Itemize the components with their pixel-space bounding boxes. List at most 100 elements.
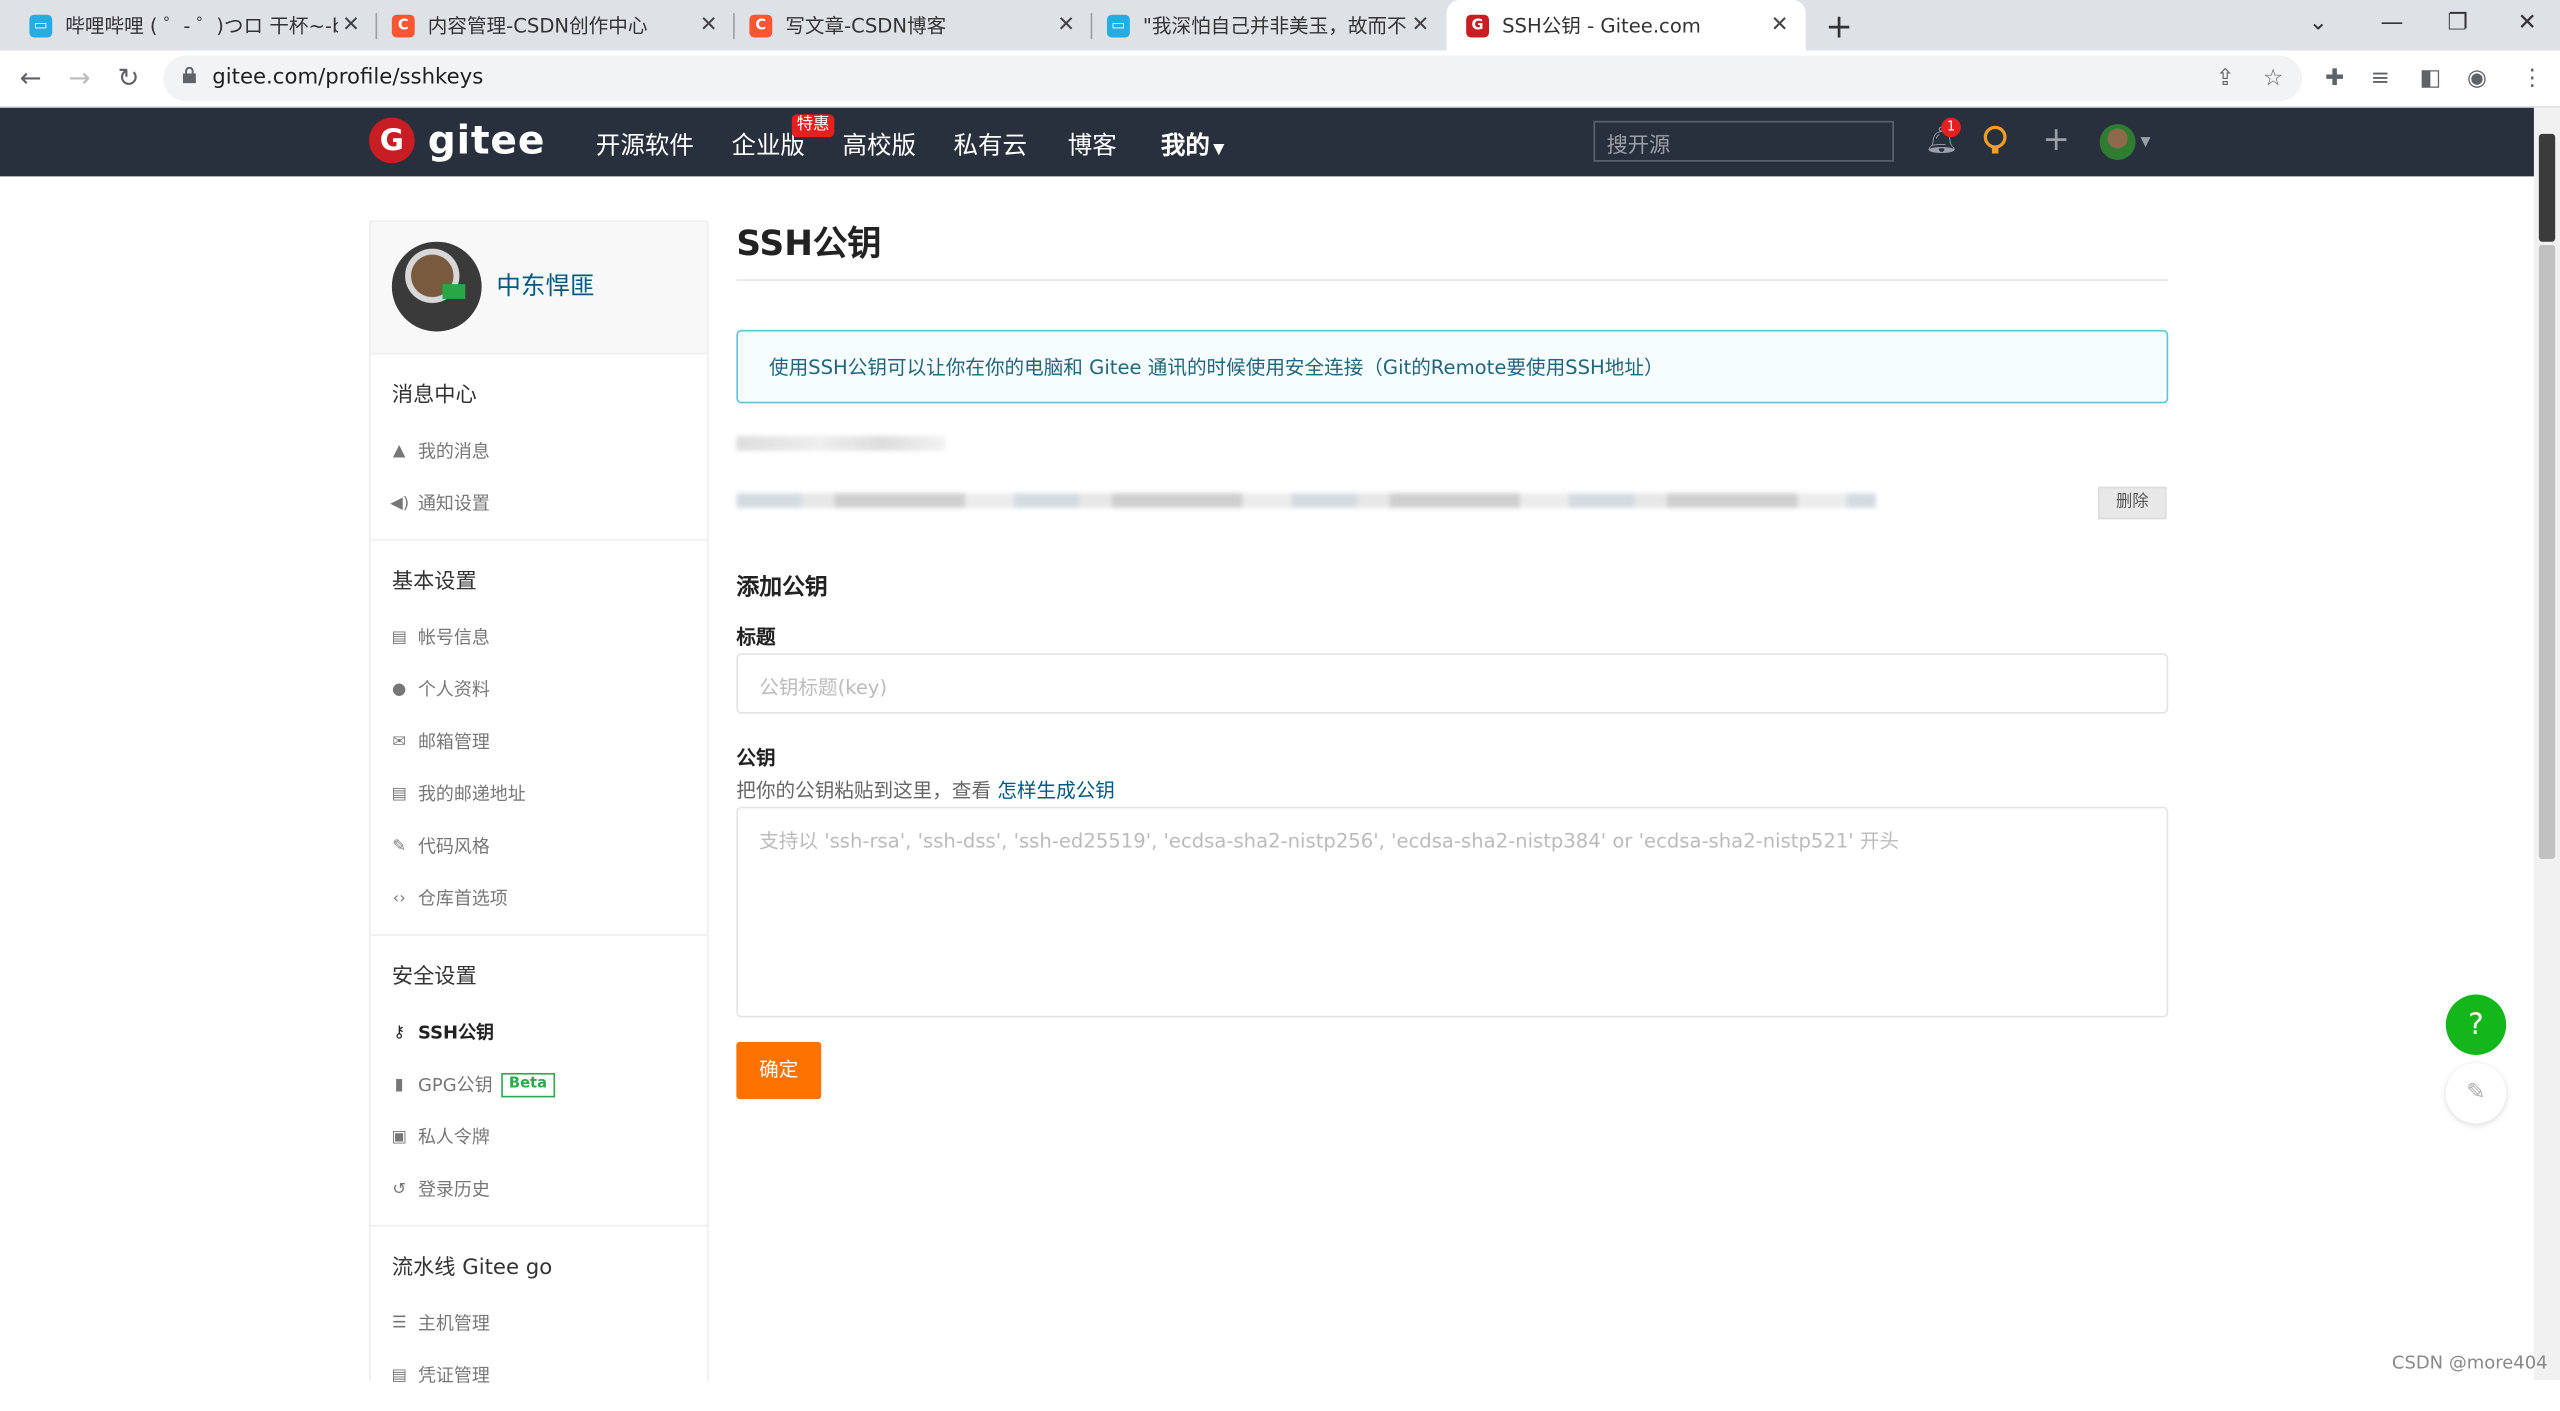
gitee-logo-icon: G bbox=[368, 117, 415, 164]
sidebar-item-address[interactable]: ▤ 我的邮递地址 bbox=[371, 768, 707, 820]
browser-tab[interactable]: C 写文章-CSDN博客 ✕ bbox=[730, 0, 1093, 51]
profile-icon[interactable]: ◉ bbox=[2467, 65, 2487, 91]
user-icon: ● bbox=[392, 680, 407, 699]
sidebar-item-repo-prefs[interactable]: ‹› 仓库首选项 bbox=[371, 872, 707, 924]
minimize-icon[interactable]: — bbox=[2380, 10, 2403, 36]
key-hint-text: 把你的公钥粘贴到这里，查看 bbox=[736, 778, 992, 802]
promo-badge: 特惠 bbox=[791, 114, 835, 138]
csdn-icon: C bbox=[749, 13, 773, 37]
history-icon: ↺ bbox=[392, 1179, 407, 1198]
mail-icon: ✉ bbox=[392, 732, 407, 751]
close-icon[interactable]: ✕ bbox=[1053, 13, 1079, 37]
speaker-icon: ◀) bbox=[390, 494, 410, 512]
close-icon[interactable]: ✕ bbox=[1767, 13, 1793, 37]
delete-key-button[interactable]: 删除 bbox=[2098, 486, 2167, 520]
back-icon[interactable]: ← bbox=[20, 62, 42, 93]
nav-private-cloud[interactable]: 私有云 bbox=[953, 127, 1026, 161]
sidebar-item-ssh-keys[interactable]: ⚷ SSH公钥 bbox=[371, 1006, 707, 1058]
notification-badge: 1 bbox=[1941, 117, 1961, 138]
sidebar-item-label: 我的邮递地址 bbox=[417, 783, 526, 806]
tab-title: 写文章-CSDN博客 bbox=[785, 14, 947, 38]
scrollbar-thumb[interactable] bbox=[2538, 133, 2556, 242]
sidebar-group-title: 基本设置 bbox=[391, 569, 477, 595]
sidebar-item-hosts[interactable]: ☰ 主机管理 bbox=[371, 1297, 707, 1349]
watermark: CSDN @more404 bbox=[2391, 1352, 2548, 1374]
extensions-icon[interactable]: ✚ bbox=[2325, 65, 2344, 91]
new-tab-icon[interactable]: + bbox=[1825, 7, 1852, 46]
browser-tab-strip: ▭ 哔哩哔哩 ( ゜- ゜)つロ 干杯~-bili ✕ C 内容管理-CSDN创… bbox=[0, 0, 2560, 51]
close-icon[interactable]: ✕ bbox=[338, 13, 364, 37]
close-icon[interactable]: ✕ bbox=[696, 13, 722, 37]
avatar-caret-icon[interactable]: ▼ bbox=[2140, 134, 2150, 149]
confirm-button[interactable]: 确定 bbox=[736, 1041, 822, 1100]
address-bar-row: ← → ↻ gitee.com/profile/sshkeys ⇪ ☆ ✚ ≡ … bbox=[0, 50, 2560, 108]
browser-tab[interactable]: ▭ "我深怕自己并非美玉，故而不敢 ✕ bbox=[1087, 0, 1446, 51]
share-icon[interactable]: ⇪ bbox=[2216, 65, 2235, 91]
close-icon[interactable]: ✕ bbox=[1407, 13, 1433, 37]
menu-icon[interactable]: ⋮ bbox=[2521, 65, 2544, 91]
sidebar-group-security: 安全设置 ⚷ SSH公钥 ▮ GPG公钥 Beta ▣ 私人令牌 ↺ 登录历史 bbox=[370, 936, 707, 1227]
bell-icon: ▲ bbox=[392, 441, 406, 460]
sidebar-item-account[interactable]: ▤ 帐号信息 bbox=[371, 611, 707, 663]
key-hint: 把你的公钥粘贴到这里，查看 怎样生成公钥 bbox=[736, 776, 1115, 804]
nav-open-source[interactable]: 开源软件 bbox=[596, 127, 694, 161]
sidebar-item-profile[interactable]: ● 个人资料 bbox=[371, 663, 707, 715]
page-scrollbar[interactable] bbox=[2533, 107, 2560, 1380]
sidebar-item-label: 凭证管理 bbox=[417, 1365, 490, 1387]
reload-icon[interactable]: ↻ bbox=[118, 62, 140, 93]
sidebar-item-label: 代码风格 bbox=[417, 836, 490, 858]
sidebar-group-title: 流水线 Gitee go bbox=[391, 1255, 553, 1281]
avatar[interactable] bbox=[391, 241, 482, 332]
header-avatar[interactable] bbox=[2099, 124, 2136, 161]
title-label: 标题 bbox=[736, 625, 776, 649]
username-link[interactable]: 中东悍匪 bbox=[496, 268, 594, 302]
redacted-key-title bbox=[736, 436, 946, 451]
url-text: gitee.com/profile/sshkeys bbox=[212, 65, 484, 90]
sidebar-item-code-style[interactable]: ✎ 代码风格 bbox=[371, 820, 707, 872]
settings-sidebar: 中东悍匪 消息中心 ▲ 我的消息 ◀) 通知设置 基本设置 ▤ 帐号信息 ● 个人资料 … bbox=[368, 220, 709, 1387]
sidebar-item-gpg-keys[interactable]: ▮ GPG公钥 Beta bbox=[371, 1058, 707, 1110]
sidebar-item-my-messages[interactable]: ▲ 我的消息 bbox=[371, 425, 707, 477]
gitee-logo[interactable]: G gitee bbox=[368, 117, 546, 164]
sidebar-item-label: 登录历史 bbox=[417, 1179, 490, 1201]
main-content: SSH公钥 使用SSH公钥可以让你在你的电脑和 Gitee 通讯的时候使用安全连… bbox=[736, 212, 2169, 1100]
forward-icon[interactable]: → bbox=[69, 62, 91, 93]
tab-search-icon[interactable]: ⌄ bbox=[2309, 10, 2328, 36]
sidebar-item-tokens[interactable]: ▣ 私人令牌 bbox=[371, 1111, 707, 1163]
sidebar-item-label: 私人令牌 bbox=[417, 1126, 490, 1149]
search-input[interactable]: 搜开源 bbox=[1593, 120, 1894, 162]
lightbulb-icon[interactable] bbox=[1982, 124, 2008, 157]
key-title-input[interactable]: 公钥标题(key) bbox=[736, 653, 2169, 714]
sidebar-item-label: GPG公钥 bbox=[417, 1074, 493, 1096]
logo-text: gitee bbox=[427, 117, 546, 164]
sidebar-item-email[interactable]: ✉ 邮箱管理 bbox=[371, 715, 707, 767]
browser-tab-active[interactable]: G SSH公钥 - Gitee.com ✕ bbox=[1446, 0, 1806, 51]
nav-blog[interactable]: 博客 bbox=[1068, 127, 1117, 161]
csdn-icon: C bbox=[391, 13, 415, 37]
sidebar-item-credentials[interactable]: ▤ 凭证管理 bbox=[371, 1349, 707, 1401]
lock-icon bbox=[182, 66, 196, 84]
key-icon: ⚷ bbox=[393, 1023, 406, 1042]
sidebar-item-notification-settings[interactable]: ◀) 通知设置 bbox=[371, 477, 707, 529]
add-key-heading: 添加公钥 bbox=[736, 574, 828, 601]
reading-list-icon[interactable]: ≡ bbox=[2371, 65, 2390, 91]
bookmark-star-icon[interactable]: ☆ bbox=[2263, 65, 2284, 91]
window-close-icon[interactable]: ✕ bbox=[2518, 10, 2537, 36]
key-label: 公钥 bbox=[736, 746, 776, 770]
public-key-textarea[interactable]: 支持以 'ssh-rsa', 'ssh-dss', 'ssh-ed25519',… bbox=[736, 806, 2169, 1018]
browser-tab[interactable]: ▭ 哔哩哔哩 ( ゜- ゜)つロ 干杯~-bili ✕ bbox=[10, 0, 378, 51]
nav-mine[interactable]: 我的 ▼ bbox=[1161, 127, 1225, 161]
nav-university[interactable]: 高校版 bbox=[842, 127, 915, 161]
restore-icon[interactable]: ❐ bbox=[2447, 10, 2468, 36]
side-panel-icon[interactable]: ◧ bbox=[2420, 65, 2442, 91]
profile-card: 中东悍匪 bbox=[370, 222, 707, 355]
sidebar-group-basic: 基本设置 ▤ 帐号信息 ● 个人资料 ✉ 邮箱管理 ▤ 我的邮递地址 ✎ 代码风格 ‹› 仓… bbox=[370, 541, 707, 936]
browser-tab[interactable]: C 内容管理-CSDN创作中心 ✕ bbox=[372, 0, 735, 51]
how-to-generate-link[interactable]: 怎样生成公钥 bbox=[997, 779, 1115, 802]
omnibox[interactable]: gitee.com/profile/sshkeys bbox=[163, 55, 2303, 102]
feedback-edit-icon[interactable]: ✎ bbox=[2445, 1063, 2507, 1124]
plus-icon[interactable]: + bbox=[2043, 119, 2070, 158]
credential-icon: ▤ bbox=[391, 1366, 407, 1385]
help-button[interactable]: ? bbox=[2445, 994, 2507, 1055]
sidebar-item-login-history[interactable]: ↺ 登录历史 bbox=[371, 1163, 707, 1215]
